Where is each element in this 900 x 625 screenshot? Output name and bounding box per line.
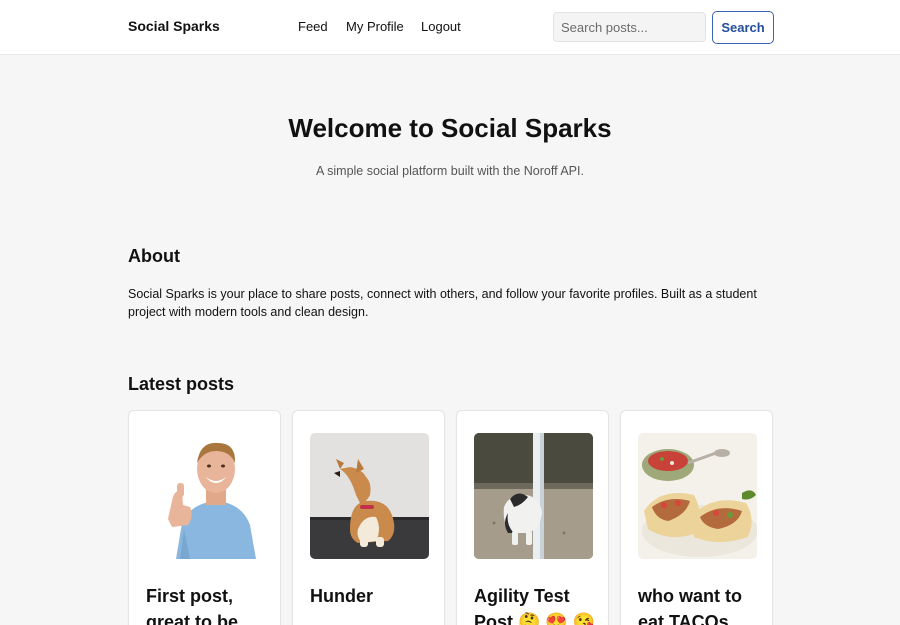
post-title[interactable]: who want to eat TACOs (638, 583, 763, 625)
search-input[interactable] (553, 12, 706, 42)
hero-subtitle: A simple social platform built with the … (316, 164, 584, 178)
post-title[interactable]: Hunder (310, 583, 435, 609)
post-image-tacos (638, 433, 757, 559)
post-image-corgi-dog (310, 433, 429, 559)
about-heading: About (128, 246, 180, 266)
post-card[interactable]: First post, great to be (128, 410, 281, 625)
nav-logout[interactable]: Logout (421, 19, 461, 34)
hero-title: Welcome to Social Sparks (288, 113, 612, 143)
brand-logo[interactable]: Social Sparks (128, 18, 220, 34)
post-card[interactable]: who want to eat TACOs (620, 410, 773, 625)
post-card[interactable]: Agility Test Post 🤔 😍 😘 (456, 410, 609, 625)
post-title[interactable]: First post, great to be (146, 583, 271, 625)
post-image-agility-dog (474, 433, 593, 559)
latest-posts-heading: Latest posts (128, 374, 235, 394)
nav-feed[interactable]: Feed (298, 19, 328, 34)
site-header: Social Sparks Feed My Profile Logout Sea… (0, 0, 900, 55)
post-image-man-thumbs-up (146, 433, 265, 559)
nav-my-profile[interactable]: My Profile (346, 19, 404, 34)
search-button[interactable]: Search (712, 11, 774, 44)
about-text: Social Sparks is your place to share pos… (128, 287, 757, 319)
post-card[interactable]: Hunder (292, 410, 445, 625)
post-title[interactable]: Agility Test Post 🤔 😍 😘 (474, 583, 599, 625)
